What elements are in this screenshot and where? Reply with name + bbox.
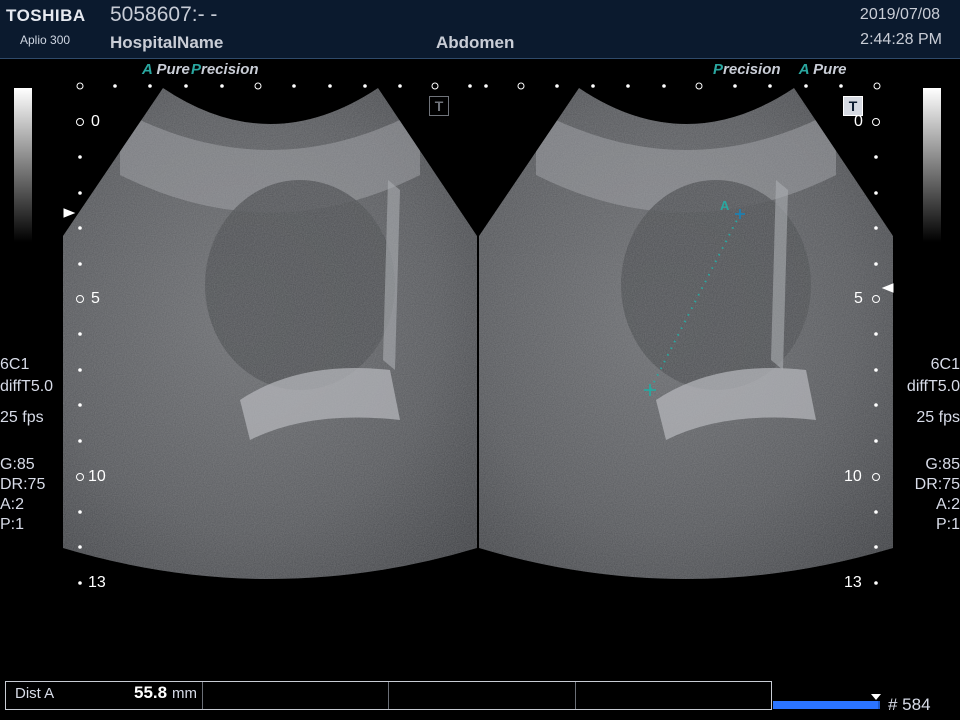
fps-label: 25 fps [0,409,44,426]
preset-label: diffT5.0 [0,378,54,395]
dynamic-range-label: DR:75 [0,476,46,493]
a-param-label: A:2 [0,496,25,513]
measurement-cell-empty [203,682,389,709]
lateral-scale [76,82,881,90]
depth-label-5-left: 5 [91,290,100,307]
cine-progress-fill [773,701,878,709]
cine-position-marker[interactable] [871,694,881,700]
params-right-image: G:85 DR:75 A:2 P:1 [915,455,960,535]
p-param-label: P:1 [935,516,960,533]
fps-label: 25 fps [916,409,960,426]
p-param-label: P:1 [0,516,25,533]
depth-label-0-left: 0 [91,113,100,130]
depth-label-0-right: 0 [854,113,863,130]
left-ultrasound-image [63,88,477,579]
transducer-label: 6C1 [930,356,960,373]
params-right-probe: 6C1 diffT5.0 25 fps [907,354,960,429]
transducer-label: 6C1 [0,356,30,373]
measurement-label: Dist A [15,685,55,702]
a-param-label: A:2 [935,496,960,513]
right-ultrasound-image [479,88,893,579]
measurement-panel: Dist A 55.8 mm [5,681,772,710]
measurement-cell-dist-a[interactable]: Dist A 55.8 mm [6,682,203,709]
preset-label: diffT5.0 [906,378,960,395]
params-left-image: G:85 DR:75 A:2 P:1 [0,455,45,535]
gain-label: G:85 [0,456,35,473]
depth-label-5-right: 5 [854,290,863,307]
depth-label-13-right: 13 [844,574,862,591]
dynamic-range-label: DR:75 [914,476,960,493]
gain-label: G:85 [925,456,960,473]
depth-label-10-left: 10 [88,468,106,485]
measurement-cell-empty [389,682,576,709]
measurement-cell-empty [576,682,771,709]
depth-label-10-right: 10 [844,468,862,485]
depth-label-13-left: 13 [88,574,106,591]
frame-counter: # 584 [888,695,931,714]
measurement-unit: mm [172,685,197,702]
caliper-label: A [720,198,730,213]
params-left-probe: 6C1 diffT5.0 25 fps [0,354,53,429]
ultrasound-canvas [63,82,894,585]
measurement-value: 55.8 [134,683,168,702]
